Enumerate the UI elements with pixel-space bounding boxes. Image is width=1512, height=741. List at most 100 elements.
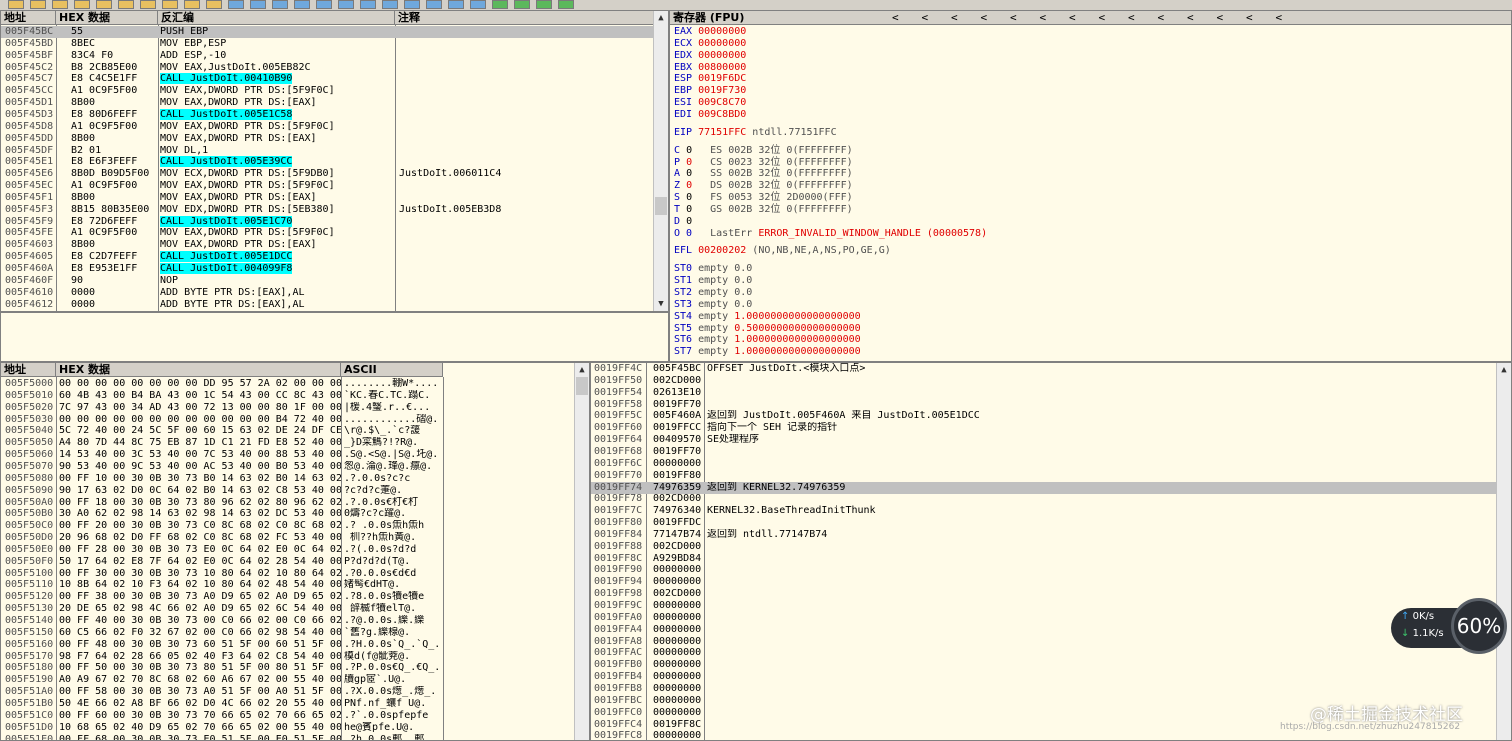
dump-row[interactable]: 005F51D0 10 68 65 02 40 D9 65 02 70 66 65… — [1, 722, 575, 734]
disasm-header-addr[interactable]: 地址 — [1, 11, 56, 25]
disasm-header-asm[interactable]: 反汇编 — [158, 11, 395, 25]
stack-row[interactable]: 0019FF54 02613E10 — [591, 387, 1497, 399]
dump-row[interactable]: 005F50D0 20 96 68 02 D0 FF 68 02 C0 8C 68… — [1, 532, 575, 544]
register-nav-arrow-icon[interactable]: < — [922, 11, 929, 25]
modules-icon[interactable] — [272, 0, 288, 9]
dump-row[interactable]: 005F5100 00 FF 30 00 30 0B 30 73 10 80 64… — [1, 568, 575, 580]
trace-over-icon[interactable] — [184, 0, 200, 9]
dump-row[interactable]: 005F5120 00 FF 38 00 30 0B 30 73 A0 D9 65… — [1, 591, 575, 603]
step-into-icon[interactable] — [118, 0, 134, 9]
dump-row[interactable]: 005F5140 00 FF 40 00 30 0B 30 73 00 C0 66… — [1, 615, 575, 627]
scroll-thumb[interactable] — [655, 197, 667, 215]
trace-into-icon[interactable] — [162, 0, 178, 9]
register-nav-arrow-icon[interactable]: < — [1187, 11, 1194, 25]
dump-row[interactable]: 005F51E0 00 FF 68 00 30 0B 30 73 E0 51 5F… — [1, 734, 575, 741]
disasm-row[interactable]: 005F45F1 8B00 MOV EAX,DWORD PTR DS:[EAX] — [1, 192, 653, 204]
disasm-row[interactable]: 005F45BC 55 PUSH EBP — [1, 26, 653, 38]
dump-row[interactable]: 005F5000 00 00 00 00 00 00 00 00 DD 95 57… — [1, 378, 575, 390]
dump-row[interactable]: 005F5190 A0 A9 67 02 70 8C 68 02 60 A6 67… — [1, 674, 575, 686]
cpu-icon[interactable] — [382, 0, 398, 9]
dump-row[interactable]: 005F5020 7C 97 43 00 34 AD 43 00 72 13 00… — [1, 402, 575, 414]
disasm-row[interactable]: 005F45DF B2 01 MOV DL,1 — [1, 145, 653, 157]
dump-row[interactable]: 005F50C0 00 FF 20 00 30 0B 30 73 C0 8C 68… — [1, 520, 575, 532]
stack-row[interactable]: 0019FFA8 00000000 — [591, 636, 1497, 648]
stack-row[interactable]: 0019FFB8 00000000 — [591, 683, 1497, 695]
disasm-row[interactable]: 005F45D3 E8 80D6FEFF CALL JustDoIt.005E1C5… — [1, 108, 653, 121]
stack-row[interactable]: 0019FF6C 00000000 — [591, 458, 1497, 470]
disasm-row[interactable]: 005F45CC A1 0C9F5F00 MOV EAX,DWORD PTR DS:… — [1, 85, 653, 97]
dump-row[interactable]: 005F5050 A4 80 7D 44 8C 75 EB 87 1D C1 21… — [1, 437, 575, 449]
disasm-row[interactable]: 005F4605 E8 C2D7FEFF CALL JustDoIt.005E1DC… — [1, 251, 653, 263]
stack-row[interactable]: 0019FF90 00000000 — [591, 564, 1497, 576]
disasm-row[interactable]: 005F45FE A1 0C9F5F00 MOV EAX,DWORD PTR DS:… — [1, 227, 653, 239]
disasm-row[interactable]: 005F45EC A1 0C9F5F00 MOV EAX,DWORD PTR DS:… — [1, 180, 653, 192]
source-icon[interactable] — [514, 0, 530, 9]
step-over-icon[interactable] — [140, 0, 156, 9]
disasm-row[interactable]: 005F45E1 E8 E6F3FEFF CALL JustDoIt.005E39C… — [1, 156, 653, 168]
network-speed-widget[interactable]: ↑ 0K/s ↓ 1.1K/s 60% — [1391, 598, 1507, 656]
register-nav-arrow-icon[interactable]: < — [1069, 11, 1076, 25]
scroll-thumb[interactable] — [576, 377, 588, 395]
stack-row[interactable]: 0019FF4C 005F45BC OFFSET JustDoIt.<模块入口点> — [591, 363, 1497, 375]
dump-row[interactable]: 005F5130 20 DE 65 02 98 4C 66 02 A0 D9 65… — [1, 603, 575, 615]
disasm-row[interactable]: 005F45F3 8B15 80B35E00 MOV EDX,DWORD PTR D… — [1, 204, 653, 216]
stack-row[interactable]: 0019FFA4 00000000 — [591, 624, 1497, 636]
pause-icon[interactable] — [96, 0, 112, 9]
register-nav-arrow-icon[interactable]: < — [1246, 11, 1253, 25]
scroll-up-icon[interactable]: ▲ — [1497, 364, 1511, 376]
stack-row[interactable]: 0019FF94 00000000 — [591, 576, 1497, 588]
runtrace-icon[interactable] — [492, 0, 508, 9]
stack-scrollbar[interactable]: ▲ — [1496, 363, 1511, 740]
handles-icon[interactable] — [360, 0, 376, 9]
disasm-header-comment[interactable]: 注释 — [395, 11, 655, 25]
dump-header-ascii[interactable]: ASCII — [341, 363, 443, 377]
stack-row[interactable]: 0019FF78 002CD000 — [591, 493, 1497, 505]
dump-row[interactable]: 005F5010 60 4B 43 00 B4 BA 43 00 1C 54 43… — [1, 390, 575, 402]
dump-row[interactable]: 005F5110 10 8B 64 02 10 F3 64 02 10 80 64… — [1, 579, 575, 591]
disasm-row[interactable]: 005F45C2 B8 2CB85E00 MOV EAX,JustDoIt.005E… — [1, 62, 653, 74]
disasm-row[interactable]: 005F460F 90 NOP — [1, 275, 653, 287]
disasm-row[interactable]: 005F45DD 8B00 MOV EAX,DWORD PTR DS:[EAX] — [1, 133, 653, 145]
disasm-row[interactable]: 005F45BF 83C4 F0 ADD ESP,-10 — [1, 50, 653, 62]
windows-icon[interactable] — [338, 0, 354, 9]
disasm-row[interactable]: 005F45D1 8B00 MOV EAX,DWORD PTR DS:[EAX] — [1, 97, 653, 109]
dump-header-hex[interactable]: HEX 数据 — [56, 363, 341, 377]
dump-row[interactable]: 005F5090 90 17 63 02 D0 0C 64 02 B0 14 63… — [1, 485, 575, 497]
registers-header[interactable]: 寄存器 (FPU) — [670, 11, 1511, 25]
disasm-row[interactable]: 005F460A E8 E953E1FF CALL JustDoIt.004099F… — [1, 263, 653, 275]
run-icon[interactable] — [74, 0, 90, 9]
stack-row[interactable]: 0019FF50 002CD000 — [591, 375, 1497, 387]
dump-row[interactable]: 005F51A0 00 FF 58 00 30 0B 30 73 A0 51 5F… — [1, 686, 575, 698]
stack-row[interactable]: 0019FF74 74976359 返回到 KERNEL32.74976359 — [591, 481, 1497, 494]
register-nav-arrow-icon[interactable]: < — [981, 11, 988, 25]
dump-row[interactable]: 005F50B0 30 A0 62 02 98 14 63 02 98 14 63… — [1, 508, 575, 520]
scroll-up-icon[interactable]: ▲ — [654, 12, 668, 24]
register-nav-arrow-icon[interactable]: < — [1158, 11, 1165, 25]
disasm-row[interactable]: 005F45F9 E8 72D6FEFF CALL JustDoIt.005E1C7… — [1, 215, 653, 228]
stack-row[interactable]: 0019FF60 0019FFCC 指向下一个 SEH 记录的指针 — [591, 422, 1497, 434]
stack-row[interactable]: 0019FF7C 74976340 KERNEL32.BaseThreadInitT… — [591, 505, 1497, 517]
restart-icon[interactable] — [30, 0, 46, 9]
dump-row[interactable]: 005F50E0 00 FF 28 00 30 0B 30 73 E0 0C 64… — [1, 544, 575, 556]
execute-till-return-icon[interactable] — [206, 0, 222, 9]
patches-icon[interactable] — [404, 0, 420, 9]
dump-row[interactable]: 005F5070 90 53 40 00 9C 53 40 00 AC 53 40… — [1, 461, 575, 473]
disasm-row[interactable]: 005F45C7 E8 C4C5E1FF CALL JustDoIt.00410B9… — [1, 73, 653, 85]
help-icon[interactable] — [558, 0, 574, 9]
dump-row[interactable]: 005F5040 5C 72 40 00 24 5C 5F 00 60 15 63… — [1, 425, 575, 437]
stack-row[interactable]: 0019FF9C 00000000 — [591, 600, 1497, 612]
disasm-scrollbar[interactable]: ▲ ▼ — [653, 11, 668, 311]
disasm-row[interactable]: 005F45D8 A1 0C9F5F00 MOV EAX,DWORD PTR DS:… — [1, 121, 653, 133]
stack-row[interactable]: 0019FF68 0019FF70 — [591, 446, 1497, 458]
dump-row[interactable]: 005F51B0 50 4E 66 02 A8 BF 66 02 D0 4C 66… — [1, 698, 575, 710]
dump-row[interactable]: 005F5030 00 00 00 00 00 00 00 00 00 00 00… — [1, 414, 575, 426]
disasm-row[interactable]: 005F45E6 8B0D B09D5F00 MOV ECX,DWORD PTR D… — [1, 168, 653, 180]
open-icon[interactable] — [8, 0, 24, 9]
dump-row[interactable]: 005F5060 14 53 40 00 3C 53 40 00 7C 53 40… — [1, 449, 575, 461]
stack-row[interactable]: 0019FFA0 00000000 — [591, 612, 1497, 624]
stack-row[interactable]: 0019FF64 00409570 SE处理程序 — [591, 434, 1497, 446]
dump-row[interactable]: 005F51C0 00 FF 60 00 30 0B 30 73 70 66 65… — [1, 710, 575, 722]
goto-icon[interactable] — [228, 0, 244, 9]
disasm-row[interactable]: 005F4610 0000 ADD BYTE PTR DS:[EAX],AL — [1, 287, 653, 299]
dump-row[interactable]: 005F5170 98 F7 64 02 28 66 05 02 40 F3 64… — [1, 651, 575, 663]
